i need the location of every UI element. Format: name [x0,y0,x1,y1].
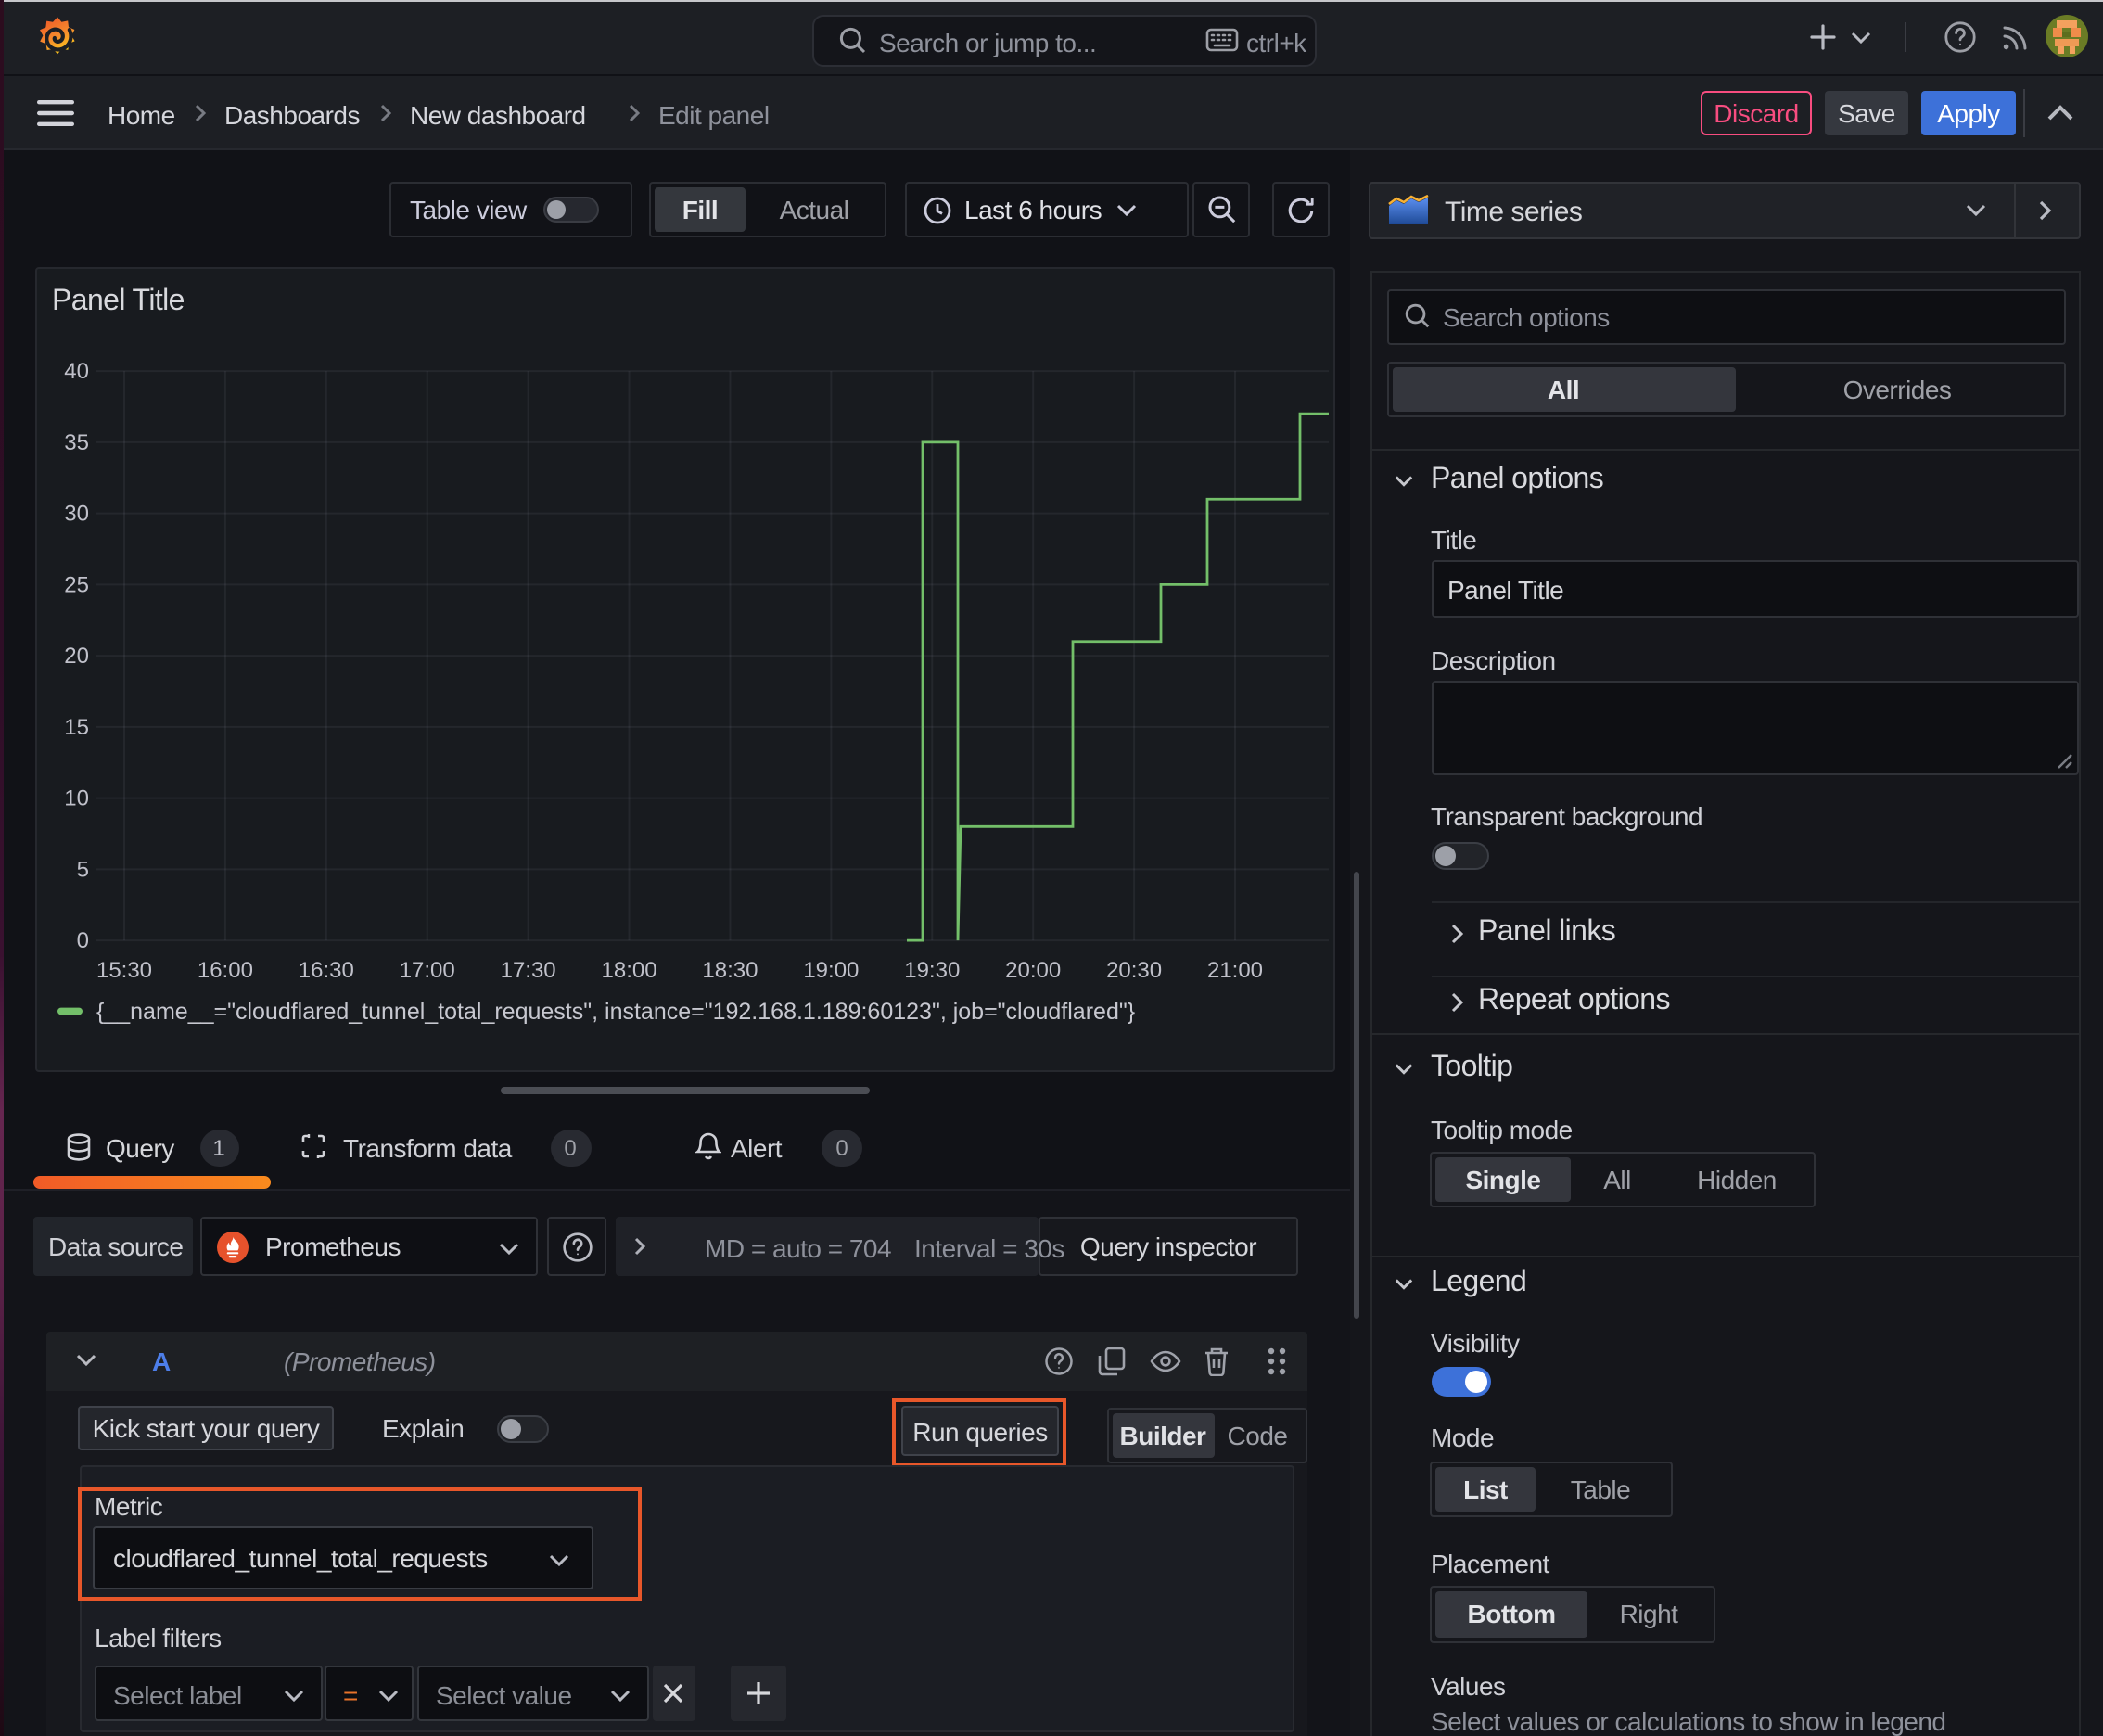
svg-text:25: 25 [64,572,89,597]
svg-text:35: 35 [64,430,89,455]
svg-text:40: 40 [64,359,89,384]
svg-text:17:00: 17:00 [400,958,455,983]
svg-text:16:30: 16:30 [299,958,354,983]
svg-text:{__name__="cloudflared_tunnel_: {__name__="cloudflared_tunnel_total_requ… [96,999,1135,1025]
svg-text:20:00: 20:00 [1005,958,1061,983]
svg-text:15:30: 15:30 [96,958,152,983]
svg-text:10: 10 [64,786,89,811]
svg-text:16:00: 16:00 [198,958,253,983]
svg-text:19:00: 19:00 [803,958,859,983]
svg-text:0: 0 [77,928,89,953]
svg-text:20: 20 [64,644,89,669]
svg-text:18:00: 18:00 [602,958,657,983]
svg-text:17:30: 17:30 [501,958,556,983]
svg-text:19:30: 19:30 [904,958,960,983]
svg-text:21:00: 21:00 [1207,958,1263,983]
svg-text:15: 15 [64,715,89,740]
svg-text:5: 5 [77,857,89,882]
svg-text:18:30: 18:30 [702,958,758,983]
svg-text:20:30: 20:30 [1106,958,1162,983]
svg-text:30: 30 [64,502,89,527]
